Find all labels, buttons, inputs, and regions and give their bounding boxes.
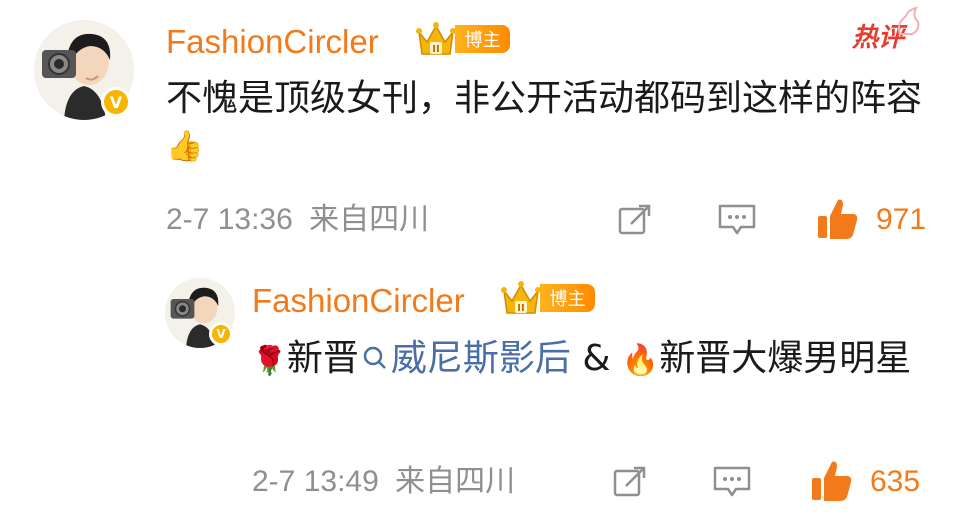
reply-body-post: 新晋大爆男明星 (659, 338, 912, 379)
blogger-badge: 博主 (540, 284, 595, 312)
comment-meta: 2-7 13:36 来自四川 (166, 200, 429, 240)
topic-link-text: 威尼斯影后 (390, 338, 571, 379)
like-count: 971 (876, 203, 927, 236)
repost-icon[interactable] (612, 464, 648, 500)
username[interactable]: FashionCircler (252, 279, 465, 323)
repost-icon[interactable] (617, 202, 653, 238)
svg-text:II: II (432, 44, 439, 55)
reply-meta: 2-7 13:49 来自四川 (252, 462, 515, 502)
hot-flame-icon (897, 6, 920, 35)
location: 来自四川 (309, 203, 430, 236)
like-count: 635 (870, 465, 921, 498)
fire-emoji: 🔥 (621, 343, 660, 378)
comment-icon[interactable] (717, 202, 757, 238)
username[interactable]: FashionCircler (166, 20, 379, 64)
topic-link[interactable]: 威尼斯影后 (359, 338, 571, 379)
comment-body: 不愧是顶级女刊，非公开活动都码到这样的阵容 (166, 78, 923, 119)
search-icon (363, 346, 386, 369)
blogger-badge: 博主 (455, 25, 510, 53)
svg-text:II: II (517, 303, 524, 314)
crown-icon: II (416, 22, 456, 55)
thumbs-up-emoji: 👍 (166, 128, 204, 164)
thumbs-up-icon (812, 461, 852, 501)
timestamp: 2-7 13:36 (166, 203, 293, 236)
timestamp: 2-7 13:49 (252, 465, 379, 498)
comment-icon[interactable] (712, 464, 752, 500)
like-button[interactable]: 971 (816, 196, 932, 244)
crown-icon: II (501, 281, 541, 314)
verified-v-icon: V (209, 322, 233, 346)
verified-v-icon: V (101, 87, 131, 117)
rose-emoji: 🌹 (252, 344, 287, 377)
location: 来自四川 (395, 465, 516, 498)
like-button[interactable]: 635 (810, 458, 932, 506)
reply-text: 🌹新晋 威尼斯影后 & 🔥新晋大爆男明星 (252, 336, 942, 382)
reply-body-mid: & (570, 338, 622, 379)
reply-body-pre: 新晋 (286, 338, 359, 379)
comment-text: 不愧是顶级女刊，非公开活动都码到这样的阵容 👍 (166, 76, 936, 167)
thumbs-up-icon (818, 199, 858, 239)
